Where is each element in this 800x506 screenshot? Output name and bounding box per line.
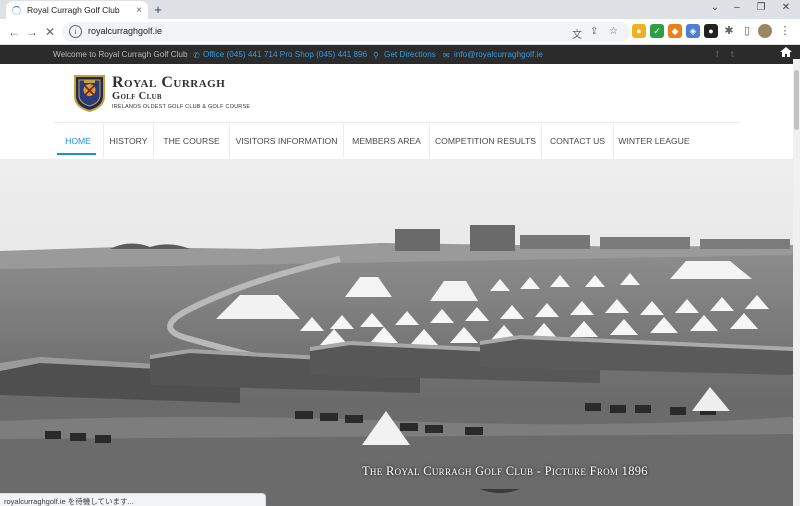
- site-info-icon[interactable]: i: [69, 25, 82, 38]
- extension-icon-4[interactable]: ◈: [686, 24, 700, 38]
- nav-members-area[interactable]: MEMBERS AREA: [344, 123, 430, 158]
- twitter-icon[interactable]: t: [731, 49, 734, 59]
- site-topbar: Welcome to Royal Curragh Golf Club ✆ Off…: [0, 45, 800, 64]
- browser-toolbar: ← → ✕ i royalcurraghgolf.ie 文 ⇪ ☆ ● ✓ ◆ …: [0, 19, 800, 45]
- tab-title: Royal Curragh Golf Club: [27, 5, 120, 15]
- main-navigation: HOME HISTORY THE COURSE VISITORS INFORMA…: [53, 123, 740, 158]
- club-subname[interactable]: Golf Club: [112, 91, 162, 102]
- extension-icon-1[interactable]: ●: [632, 24, 646, 38]
- hero-photo: [0, 159, 793, 506]
- browser-status-bar: royalcurraghgolf.ie を待機しています...: [0, 493, 266, 506]
- minimize-button[interactable]: –: [726, 2, 748, 13]
- nav-contact-us[interactable]: CONTACT US: [542, 123, 614, 158]
- nav-competition-results[interactable]: COMPETITION RESULTS: [430, 123, 542, 158]
- browser-menu-icon[interactable]: ⋮: [778, 24, 792, 38]
- directions-link[interactable]: Get Directions: [384, 50, 436, 59]
- new-tab-button[interactable]: +: [151, 2, 165, 17]
- address-bar[interactable]: i royalcurraghgolf.ie 文 ⇪ ☆: [62, 22, 630, 42]
- browser-tab[interactable]: Royal Curragh Golf Club ×: [6, 1, 148, 19]
- extension-icon-5[interactable]: ●: [704, 24, 718, 38]
- nav-visitors-information[interactable]: VISITORS INFORMATION: [230, 123, 344, 158]
- translate-icon[interactable]: 文: [572, 26, 582, 41]
- directions-icon: ⚲: [373, 51, 379, 60]
- bookmark-star-icon[interactable]: ☆: [609, 26, 618, 37]
- scrollbar-thumb[interactable]: [794, 70, 799, 130]
- url-text[interactable]: royalcurraghgolf.ie: [88, 26, 162, 36]
- extension-icon-2[interactable]: ✓: [650, 24, 664, 38]
- loading-spinner-icon: [12, 5, 21, 15]
- club-crest-logo[interactable]: [73, 74, 106, 112]
- stop-loading-button[interactable]: ✕: [42, 24, 58, 40]
- extensions-puzzle-icon[interactable]: ✱: [722, 24, 736, 38]
- club-name[interactable]: Royal Curragh: [112, 74, 225, 92]
- extension-fox-icon[interactable]: ◆: [668, 24, 682, 38]
- nav-the-course[interactable]: THE COURSE: [154, 123, 230, 158]
- tab-search-icon[interactable]: ⌄: [704, 2, 726, 13]
- phone-icon: ✆: [193, 51, 200, 60]
- profile-avatar[interactable]: [758, 24, 772, 38]
- welcome-text: Welcome to Royal Curragh Golf Club: [53, 50, 188, 59]
- facebook-icon[interactable]: f: [716, 49, 719, 59]
- close-window-button[interactable]: ✕: [775, 2, 797, 13]
- club-tagline: IRELANDS OLDEST GOLF CLUB & GOLF COURSE: [112, 104, 251, 110]
- email-link[interactable]: info@royalcurraghgolf.ie: [454, 50, 543, 59]
- restore-button[interactable]: ❐: [750, 2, 772, 13]
- back-button[interactable]: ←: [6, 24, 22, 40]
- forward-button[interactable]: →: [24, 24, 40, 40]
- email-icon: ✉: [443, 51, 450, 60]
- tab-close-icon[interactable]: ×: [136, 5, 142, 16]
- share-icon[interactable]: ⇪: [590, 26, 598, 37]
- home-corner-icon[interactable]: [778, 45, 794, 59]
- phone-link[interactable]: Office (045) 441 714 Pro Shop (045) 441 …: [203, 50, 367, 59]
- browser-tab-strip: Royal Curragh Golf Club × + ⌄ – ❐ ✕: [0, 0, 800, 19]
- active-nav-indicator: [57, 153, 96, 155]
- nav-winter-league[interactable]: WINTER LEAGUE: [614, 123, 694, 158]
- hero-caption: The Royal Curragh Golf Club - Picture Fr…: [362, 464, 648, 478]
- nav-history[interactable]: HISTORY: [104, 123, 154, 158]
- side-panel-icon[interactable]: ▯: [740, 24, 754, 38]
